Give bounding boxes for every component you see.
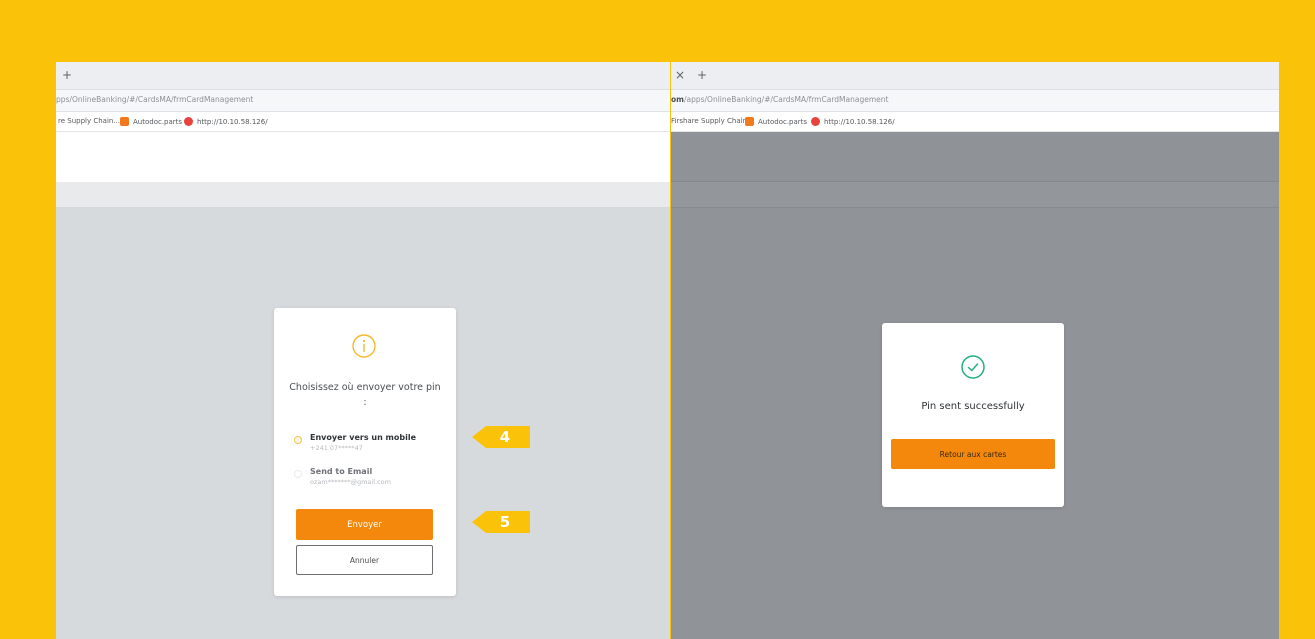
bookmark-label: http://10.10.58.126/ <box>197 117 268 126</box>
option-email[interactable]: Send to Email ozam*******@gmail.com <box>294 467 444 489</box>
page-header <box>671 132 1279 182</box>
check-circle-icon <box>961 355 985 379</box>
bookmark-label: re Supply Chain... <box>58 117 121 125</box>
page-subheader <box>671 182 1279 208</box>
cancel-button[interactable]: Annuler <box>296 545 433 575</box>
option-mobile-label: Envoyer vers un mobile <box>310 433 417 442</box>
bookmark-item[interactable]: Firshare Supply Chain... <box>671 117 754 125</box>
bookmark-item[interactable]: Autodoc.parts <box>745 117 807 126</box>
site-icon <box>184 117 193 126</box>
background-frame: + pps/OnlineBanking/#/CardsMA/frmCardMan… <box>0 0 1315 639</box>
back-to-cards-button[interactable]: Retour aux cartes <box>891 439 1055 469</box>
address-bar[interactable]: pps/OnlineBanking/#/CardsMA/frmCardManag… <box>56 90 670 112</box>
autodoc-icon <box>745 117 754 126</box>
bookmarks-bar: Firshare Supply Chain... Autodoc.parts h… <box>671 112 1279 132</box>
bookmark-item[interactable]: re Supply Chain... <box>58 117 120 125</box>
option-email-label: Send to Email <box>310 467 373 476</box>
bookmark-item[interactable]: Autodoc.parts <box>120 117 182 126</box>
option-mobile[interactable]: Envoyer vers un mobile +241 07*****47 <box>294 433 444 455</box>
info-icon <box>352 334 376 358</box>
option-mobile-detail: +241 07*****47 <box>310 444 363 452</box>
left-browser-window: + pps/OnlineBanking/#/CardsMA/frmCardMan… <box>56 62 670 639</box>
page-header <box>56 132 670 182</box>
url-text: om/apps/OnlineBanking/#/CardsMA/frmCardM… <box>671 95 888 104</box>
site-icon <box>811 117 820 126</box>
new-tab-button[interactable]: + <box>62 68 72 82</box>
url-host: om <box>671 95 684 104</box>
url-path: /apps/OnlineBanking/#/CardsMA/frmCardMan… <box>683 95 889 104</box>
tab-bar: × + <box>671 62 1279 90</box>
autodoc-icon <box>120 117 129 126</box>
close-tab-icon[interactable]: × <box>675 68 685 82</box>
bookmark-label: http://10.10.58.126/ <box>824 117 895 126</box>
send-button[interactable]: Envoyer <box>296 509 433 540</box>
url-text: pps/OnlineBanking/#/CardsMA/frmCardManag… <box>56 95 254 104</box>
radio-email[interactable] <box>294 470 302 478</box>
bookmark-item[interactable]: http://10.10.58.126/ <box>184 117 268 126</box>
page-subheader <box>56 182 670 208</box>
right-browser-window: × + om/apps/OnlineBanking/#/CardsMA/frmC… <box>671 62 1279 639</box>
bookmark-label: Firshare Supply Chain... <box>671 117 754 125</box>
pin-destination-dialog: Choisissez où envoyer votre pin : Envoye… <box>274 308 456 596</box>
new-tab-button[interactable]: + <box>697 68 707 82</box>
bookmark-item[interactable]: http://10.10.58.126/ <box>811 117 895 126</box>
bookmarks-bar: re Supply Chain... Autodoc.parts http://… <box>56 112 670 132</box>
tab-bar: + <box>56 62 670 90</box>
option-email-detail: ozam*******@gmail.com <box>310 478 391 486</box>
bookmark-label: Autodoc.parts <box>133 117 183 126</box>
success-message: Pin sent successfully <box>921 401 1025 412</box>
dialog-title: Choisissez où envoyer votre pin : <box>289 382 441 408</box>
address-bar[interactable]: om/apps/OnlineBanking/#/CardsMA/frmCardM… <box>671 90 1279 112</box>
bookmark-label: Autodoc.parts <box>758 117 808 126</box>
success-dialog: Pin sent successfully Retour aux cartes <box>882 323 1064 507</box>
radio-mobile[interactable] <box>294 436 302 444</box>
